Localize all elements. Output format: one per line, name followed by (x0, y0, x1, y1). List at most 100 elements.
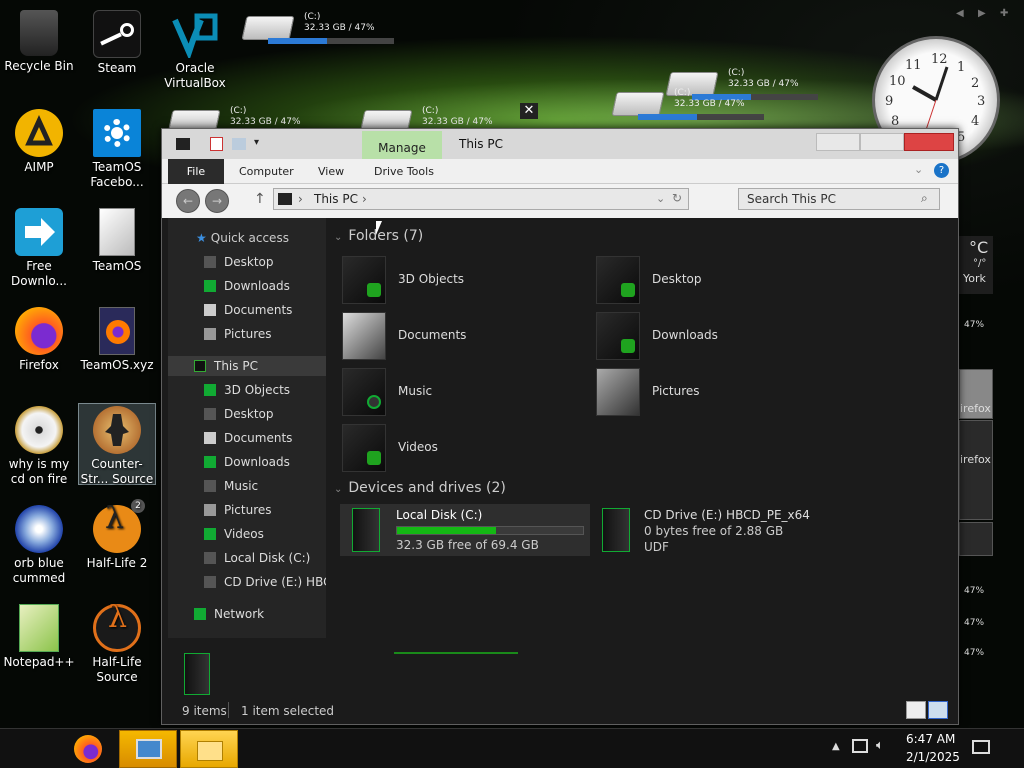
pictures-icon (204, 328, 216, 340)
desktop-icon-notepadpp[interactable]: Notepad++ (0, 598, 78, 670)
desktop-icon-teamos-xyz[interactable]: TeamOS.xyz (78, 301, 156, 373)
refresh-icon[interactable]: ↻ (672, 191, 682, 205)
manage-tab[interactable]: Manage (362, 131, 442, 159)
clock-time[interactable]: 6:47 AM (906, 732, 955, 746)
minimize-button[interactable] (816, 133, 860, 151)
desktop-icon-teamos-facebook[interactable]: TeamOS Facebo... (78, 103, 156, 190)
nav-pc-cd-drive[interactable]: CD Drive (E:) HBCD_ (204, 572, 326, 592)
properties-icon[interactable] (210, 137, 223, 151)
nav-item-pictures[interactable]: Pictures (204, 324, 272, 344)
address-path[interactable]: This PC (314, 192, 358, 206)
explorer-window[interactable]: ▾ Manage This PC File Computer View Driv… (161, 128, 959, 725)
taskbar-file-explorer[interactable] (180, 730, 238, 768)
notifications-icon[interactable] (972, 740, 990, 754)
desktop-icon-counter-strike[interactable]: Counter-Str... Source (78, 403, 156, 486)
search-box[interactable]: Search This PC ⌕ (738, 188, 940, 210)
desktop-icon-cd-on-fire[interactable]: why is my cd on fire (0, 400, 78, 487)
drive-cd[interactable]: CD Drive (E:) HBCD_PE_x64 0 bytes free o… (596, 504, 846, 556)
nav-pc-music[interactable]: Music (204, 476, 258, 496)
icon-label: Counter-Str... Source (80, 457, 154, 486)
nav-quick-access[interactable]: ★ Quick access (196, 228, 289, 248)
tray-overflow-icon[interactable]: ▲ (832, 741, 840, 752)
chevron-right-icon: › (298, 192, 303, 206)
desktop-icon-teamos[interactable]: TeamOS (78, 202, 156, 274)
qat-dropdown-icon[interactable]: ▾ (254, 137, 259, 148)
gadget-percent: 47% (964, 648, 985, 658)
chevron-right-icon: › (362, 192, 367, 206)
drive-free-space: 0 bytes free of 2.88 GB (644, 524, 784, 538)
nav-network[interactable]: Network (194, 604, 264, 624)
folder-desktop[interactable]: Desktop (596, 254, 836, 306)
volume-tray-icon[interactable]: 🔈︎ (876, 738, 884, 753)
folder-videos[interactable]: Videos (342, 422, 582, 474)
nav-item-documents[interactable]: Documents (204, 300, 292, 320)
desktop-icon-orb[interactable]: orb blue cummed (0, 499, 78, 586)
icon-label: Half-Life Source (92, 655, 142, 684)
firefox-tile[interactable]: irefox (959, 369, 993, 419)
folder-music[interactable]: Music (342, 366, 582, 418)
desktop-icon-aimp[interactable]: AIMP (0, 103, 78, 175)
folder-pictures[interactable]: Pictures (596, 366, 836, 418)
document-icon (99, 208, 135, 256)
drive-widget[interactable]: (C:) 32.33 GB / 47% (241, 12, 394, 56)
nav-pc-3d-objects[interactable]: 3D Objects (204, 380, 290, 400)
clock-date[interactable]: 2/1/2025 (906, 750, 960, 764)
gadget-prev-icon[interactable]: ◀ (956, 8, 964, 19)
address-bar[interactable]: › This PC › ⌄ ↻ (273, 188, 689, 210)
ribbon-expand-icon[interactable]: ⌄ (914, 163, 923, 176)
folder-3d-objects[interactable]: 3D Objects (342, 254, 582, 306)
title-bar[interactable]: ▾ Manage This PC (162, 129, 958, 159)
tab-computer[interactable]: Computer (239, 162, 294, 182)
tab-drive-tools[interactable]: Drive Tools (374, 162, 434, 182)
desktop-icon-free-download[interactable]: Free Downlo... (0, 202, 78, 289)
clock-numeral-1: 1 (957, 60, 965, 75)
desktop-icon-steam[interactable]: Steam (78, 4, 156, 76)
folder-downloads[interactable]: Downloads (596, 310, 836, 362)
desktop-icon-firefox[interactable]: Firefox (0, 301, 78, 373)
nav-item-downloads[interactable]: Downloads (204, 276, 290, 296)
desktop-icon-virtualbox[interactable]: Oracle VirtualBox (156, 4, 234, 91)
back-button[interactable]: ← (176, 189, 200, 213)
chevron-down-icon: ⌄ (334, 484, 343, 495)
firefox-tile[interactable]: irefox (959, 420, 993, 520)
network-tray-icon[interactable] (852, 739, 868, 753)
desktop-icon-half-life-source[interactable]: λ Half-Life Source (78, 598, 156, 685)
nav-this-pc[interactable]: This PC (168, 356, 326, 376)
nav-item-desktop[interactable]: Desktop (204, 252, 274, 272)
desktop-icon-half-life-2[interactable]: λ 2 Half-Life 2 (78, 499, 156, 571)
nav-pc-downloads[interactable]: Downloads (204, 452, 290, 472)
gadget-next-icon[interactable]: ▶ (978, 8, 986, 19)
large-icons-view-button[interactable] (928, 701, 948, 719)
details-view-button[interactable] (906, 701, 926, 719)
devices-section-header[interactable]: ⌄ Devices and drives (2) (334, 480, 506, 496)
widget-close-icon[interactable]: ✕ (520, 103, 538, 119)
up-button[interactable]: ↑ (254, 191, 266, 207)
drive-widget[interactable]: (C:) 32.33 GB / 47% (611, 88, 764, 132)
taskbar: ▲ 🔈︎ 6:47 AM 2/1/2025 (0, 728, 1024, 768)
clock-hour-hand (912, 85, 937, 102)
help-icon[interactable]: ? (934, 163, 949, 178)
drive-local-disk[interactable]: Local Disk (C:) 32.3 GB free of 69.4 GB (340, 504, 590, 556)
search-icon[interactable]: ⌕ (921, 191, 928, 206)
folder-documents[interactable]: Documents (342, 310, 582, 362)
tab-file[interactable]: File (168, 159, 224, 184)
nav-pc-videos[interactable]: Videos (204, 524, 264, 544)
maximize-button[interactable] (860, 133, 904, 151)
nav-pc-documents[interactable]: Documents (204, 428, 292, 448)
desktop-icon-recycle-bin[interactable]: Recycle Bin (0, 4, 78, 74)
weather-gadget[interactable]: °C °/° York (959, 236, 993, 294)
tab-view[interactable]: View (318, 162, 344, 182)
nav-pc-pictures[interactable]: Pictures (204, 500, 272, 520)
new-folder-icon[interactable] (232, 138, 246, 150)
nav-pc-local-disk[interactable]: Local Disk (C:) (204, 548, 310, 568)
firefox-file-icon (99, 307, 135, 355)
gadget-menu-icon[interactable]: ✚ (1000, 8, 1008, 19)
close-button[interactable] (904, 133, 954, 151)
clock-numeral-9: 9 (885, 94, 893, 109)
taskbar-control-panel[interactable] (119, 730, 177, 768)
taskbar-firefox[interactable] (68, 733, 108, 765)
address-dropdown-icon[interactable]: ⌄ (656, 192, 665, 205)
status-bar: 9 items 1 item selected (162, 698, 958, 724)
forward-button[interactable]: → (205, 189, 229, 213)
nav-pc-desktop[interactable]: Desktop (204, 404, 274, 424)
